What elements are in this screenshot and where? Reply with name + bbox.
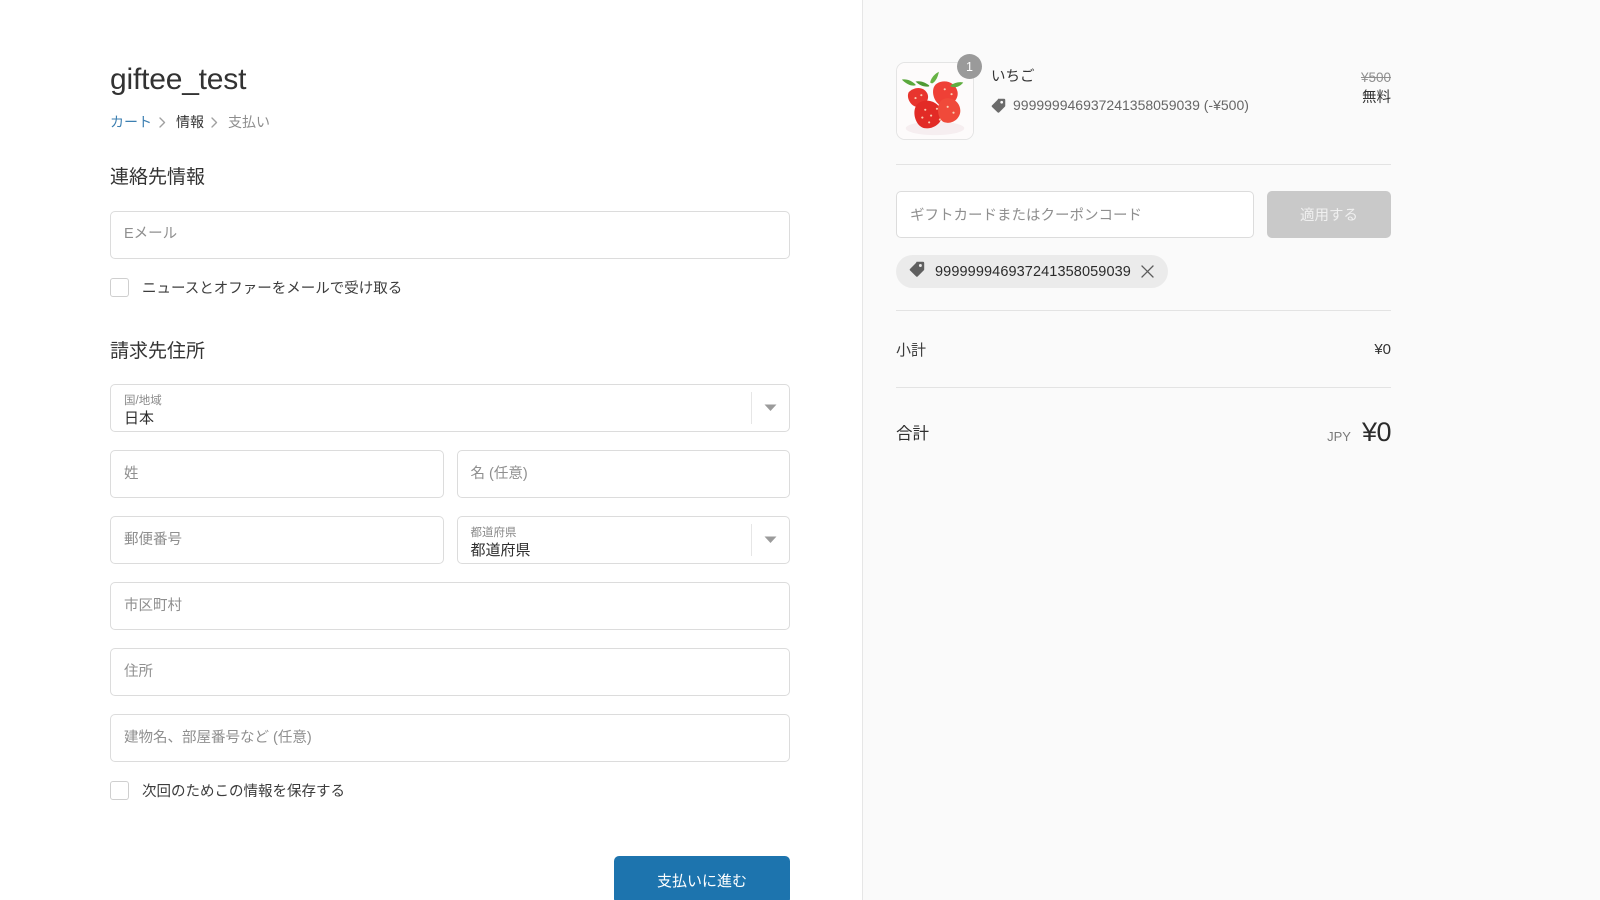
apply-discount-button[interactable]: 適用する xyxy=(1267,191,1391,238)
discount-block: ギフトカードまたはクーポンコード 適用する 999999946937241358… xyxy=(896,165,1391,310)
total-currency: JPY xyxy=(1327,428,1351,444)
country-select[interactable]: 国/地域 日本 xyxy=(110,384,790,433)
chevron-down-icon[interactable] xyxy=(751,392,789,425)
first-name-placeholder: 名 (任意) xyxy=(470,466,528,483)
newsletter-checkbox-row[interactable]: ニュースとオファーをメールで受け取る xyxy=(110,277,790,298)
breadcrumb-information[interactable]: 情報 xyxy=(176,112,204,132)
postal-code-field[interactable]: 郵便番号 xyxy=(110,516,444,565)
tag-icon xyxy=(991,98,1006,118)
save-info-label: 次回のためこの情報を保存する xyxy=(142,784,345,801)
prefecture-select-label: 都道府県 xyxy=(470,526,517,539)
line-item-name: いちご xyxy=(991,69,1035,85)
breadcrumb-cart-link[interactable]: カート xyxy=(110,112,152,132)
order-summary: 1 いちご 999999946937241358059039 (-¥500) ¥… xyxy=(896,0,1392,476)
continue-to-payment-button[interactable]: 支払いに進む xyxy=(614,856,790,900)
address-placeholder: 住所 xyxy=(124,664,153,681)
last-name-field[interactable]: 姓 xyxy=(110,450,444,499)
applied-discount-chip: 999999946937241358059039 xyxy=(896,255,1168,288)
discount-code-input[interactable]: ギフトカードまたはクーポンコード xyxy=(896,191,1254,238)
save-info-checkbox[interactable] xyxy=(110,781,129,801)
chevron-down-icon-prefecture[interactable] xyxy=(751,524,789,557)
country-select-label: 国/地域 xyxy=(124,394,162,407)
breadcrumb-payment: 支払い xyxy=(228,114,270,130)
city-field[interactable]: 市区町村 xyxy=(110,582,790,631)
breadcrumb: カート 情報 支払い xyxy=(110,112,790,132)
address2-placeholder: 建物名、部屋番号など (任意) xyxy=(124,730,312,747)
line-item: 1 いちご 999999946937241358059039 (-¥500) ¥… xyxy=(896,54,1391,164)
order-summary-column: 1 いちご 999999946937241358059039 (-¥500) ¥… xyxy=(862,0,1600,900)
last-name-placeholder: 姓 xyxy=(124,466,139,483)
city-placeholder: 市区町村 xyxy=(124,598,182,615)
tag-icon-chip xyxy=(909,261,925,282)
total-row: 合計 JPY ¥0 xyxy=(896,388,1392,476)
subtotal-value: ¥0 xyxy=(1374,340,1391,358)
submit-area: 支払いに進む xyxy=(110,856,790,900)
line-item-original-price: ¥500 xyxy=(1360,70,1391,85)
email-field[interactable]: Eメール xyxy=(110,210,790,259)
line-item-price: ¥500 無料 xyxy=(1321,62,1391,110)
line-item-quantity-badge: 1 xyxy=(957,54,982,79)
applied-discount-code: 999999946937241358059039 xyxy=(935,263,1131,280)
email-placeholder: Eメール xyxy=(124,226,178,243)
address-field[interactable]: 住所 xyxy=(110,648,790,697)
name-row: 姓 名 (任意) xyxy=(110,450,790,499)
page-title: giftee_test xyxy=(110,63,247,96)
subtotal-label: 小計 xyxy=(896,341,927,359)
save-info-checkbox-row[interactable]: 次回のためこの情報を保存する xyxy=(110,780,790,801)
first-name-field[interactable]: 名 (任意) xyxy=(456,450,790,499)
prefecture-select[interactable]: 都道府県 都道府県 xyxy=(456,516,790,565)
postal-code-placeholder: 郵便番号 xyxy=(124,532,182,549)
line-item-final-price: 無料 xyxy=(1362,90,1391,107)
total-value: ¥0 xyxy=(1361,416,1392,447)
chevron-right-icon-2 xyxy=(211,116,221,128)
applied-discount-row: 999999946937241358059039 xyxy=(896,255,1391,288)
checkout-page: giftee_test カート 情報 支払い 連絡先情報 Eメール ニュースとオ… xyxy=(0,0,1600,900)
prefecture-select-value: 都道府県 xyxy=(470,542,531,560)
line-item-thumbnail-wrap: 1 xyxy=(896,54,982,140)
checkout-form: giftee_test カート 情報 支払い 連絡先情報 Eメール ニュースとオ… xyxy=(110,0,790,801)
newsletter-checkbox[interactable] xyxy=(110,277,129,297)
contact-section-title: 連絡先情報 xyxy=(110,167,206,188)
discount-input-row: ギフトカードまたはクーポンコード 適用する xyxy=(896,191,1391,238)
total-label: 合計 xyxy=(896,425,929,443)
total-amount-group: JPY ¥0 xyxy=(1327,417,1391,448)
discount-code-placeholder: ギフトカードまたはクーポンコード xyxy=(910,208,1142,224)
line-item-discount-text: 999999946937241358059039 (-¥500) xyxy=(1013,96,1249,113)
checkout-form-column: giftee_test カート 情報 支払い 連絡先情報 Eメール ニュースとオ… xyxy=(0,0,862,900)
billing-section-title: 請求先住所 xyxy=(110,340,206,362)
subtotal-row: 小計 ¥0 xyxy=(896,311,1391,387)
postal-prefecture-row: 郵便番号 都道府県 都道府県 xyxy=(110,516,790,565)
newsletter-label: ニュースとオファーをメールで受け取る xyxy=(142,280,403,297)
chevron-right-icon xyxy=(159,116,169,128)
country-select-value: 日本 xyxy=(124,410,155,428)
line-item-discount: 999999946937241358059039 (-¥500) xyxy=(991,95,1304,118)
line-item-info: いちご 999999946937241358059039 (-¥500) xyxy=(991,62,1304,118)
close-icon[interactable] xyxy=(1141,265,1154,278)
address2-field[interactable]: 建物名、部屋番号など (任意) xyxy=(110,714,790,763)
